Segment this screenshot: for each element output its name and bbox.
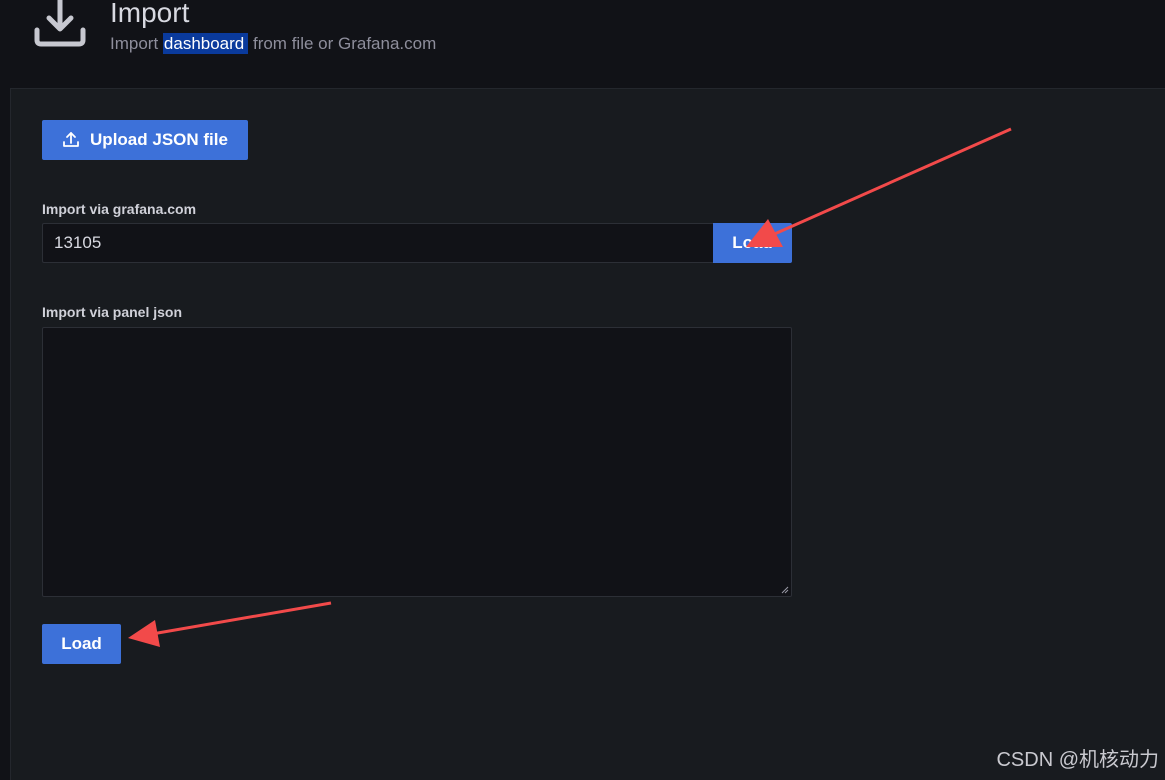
watermark: CSDN @机核动力 bbox=[996, 749, 1159, 771]
import-content-panel: Upload JSON file Import via grafana.com … bbox=[10, 88, 1165, 780]
grafana-com-load-button[interactable]: Load bbox=[713, 223, 792, 263]
load-button[interactable]: Load bbox=[42, 624, 121, 664]
resize-grip-icon[interactable] bbox=[781, 586, 789, 594]
grafana-com-input-value: 13105 bbox=[54, 233, 102, 252]
upload-json-label: Upload JSON file bbox=[90, 130, 228, 149]
page-header: Import Import dashboard from file or Gra… bbox=[0, 0, 1165, 88]
grafana-com-input[interactable]: 13105 bbox=[42, 223, 713, 263]
grafana-com-load-label: Load bbox=[732, 233, 773, 252]
grafana-com-label: Import via grafana.com bbox=[42, 201, 197, 217]
subtitle-suffix: from file or Grafana.com bbox=[248, 34, 437, 53]
page-subtitle: Import dashboard from file or Grafana.co… bbox=[110, 33, 436, 55]
subtitle-highlight: dashboard bbox=[162, 33, 249, 54]
load-button-label: Load bbox=[61, 634, 102, 653]
upload-json-button[interactable]: Upload JSON file bbox=[42, 120, 248, 160]
page-title: Import bbox=[110, 0, 190, 28]
panel-json-label: Import via panel json bbox=[42, 304, 183, 320]
upload-icon bbox=[63, 132, 79, 147]
import-page: Import Import dashboard from file or Gra… bbox=[0, 0, 1165, 780]
panel-json-textarea[interactable] bbox=[42, 327, 792, 597]
import-download-icon bbox=[34, 0, 86, 47]
subtitle-prefix: Import bbox=[110, 34, 163, 53]
